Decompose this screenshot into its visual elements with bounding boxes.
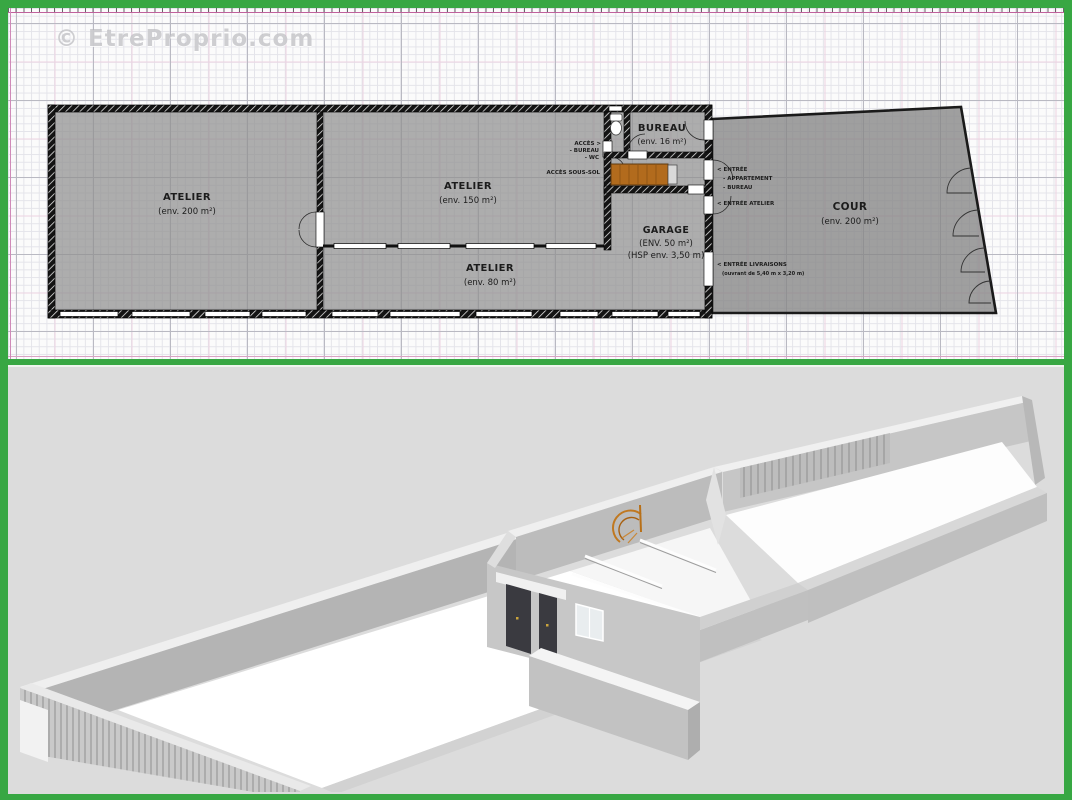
- label-cour-name: COUR: [833, 201, 868, 213]
- door-gap-ateliers: [316, 212, 324, 247]
- door-gap-appartement: [704, 120, 713, 140]
- note-entree-l2: - APPARTEMENT: [723, 176, 773, 182]
- note-acces-l3: - WC: [585, 155, 599, 161]
- note-entree-atelier: < ENTRÉE ATELIER: [717, 199, 775, 207]
- label-cour-area: (env. 200 m²): [821, 217, 879, 227]
- door-gap-entree-atelier: [704, 196, 713, 214]
- 3d-front-block-side: [688, 702, 700, 760]
- label-bureau-name: BUREAU: [638, 123, 686, 134]
- label-atelier200-name: ATELIER: [163, 192, 211, 203]
- 3d-west-annex: [20, 700, 48, 762]
- toilet-icon: [610, 114, 622, 135]
- label-garage-area: (ENV. 50 m²): [639, 239, 693, 249]
- label-atelier200-area: (env. 200 m²): [158, 207, 216, 217]
- label-garage-hsp: (HSP env. 3,50 m): [628, 251, 705, 261]
- floor-plan-drawing: ATELIER (env. 200 m²) ATELIER (env. 150 …: [8, 8, 1064, 359]
- listing-image: { "watermark": "© EtreProprio.com", "col…: [0, 0, 1072, 800]
- view-3d-drawing: [8, 367, 1064, 792]
- label-garage-name: GARAGE: [643, 225, 690, 236]
- floor-plan-2d-pane: © EtreProprio.com: [8, 8, 1064, 359]
- wall-wc-bureau: [624, 112, 630, 154]
- note-acces-l1: ACCÈS >: [574, 139, 601, 147]
- 3d-door-handle-1: [516, 617, 519, 620]
- door-gap-entree: [704, 160, 713, 180]
- wall-atelier150-garage: [604, 112, 611, 250]
- door-gap-garage: [688, 185, 704, 194]
- door-gap-bureau: [628, 151, 647, 159]
- label-atelier80-area: (env. 80 m²): [464, 278, 516, 288]
- view-3d-pane: [8, 365, 1064, 794]
- note-entree-l3: - BUREAU: [723, 185, 752, 191]
- door-gap-livraisons: [704, 252, 713, 286]
- note-livraisons-l2: (ouvrant de 5,40 m x 3,20 m): [722, 271, 804, 277]
- label-atelier150-area: (env. 150 m²): [439, 196, 497, 206]
- note-entree-l1: < ENTRÉE: [717, 165, 748, 173]
- label-atelier80-name: ATELIER: [466, 263, 514, 274]
- wall-bureau-south: [604, 152, 712, 158]
- stairs-sous-sol: [611, 164, 677, 185]
- wall-left: [48, 105, 55, 318]
- label-atelier150-name: ATELIER: [444, 181, 492, 192]
- label-bureau-area: (env. 16 m²): [637, 137, 686, 146]
- note-livraisons-l1: < ENTRÉE LIVRAISONS: [717, 260, 787, 268]
- window-wc: [609, 106, 622, 111]
- wall-atelier200-150: [317, 112, 323, 310]
- note-acces-l2: - BUREAU: [570, 148, 599, 154]
- 3d-door-handle-2: [546, 624, 549, 627]
- note-acces-sous-sol: ACCÈS SOUS-SOL: [547, 168, 601, 176]
